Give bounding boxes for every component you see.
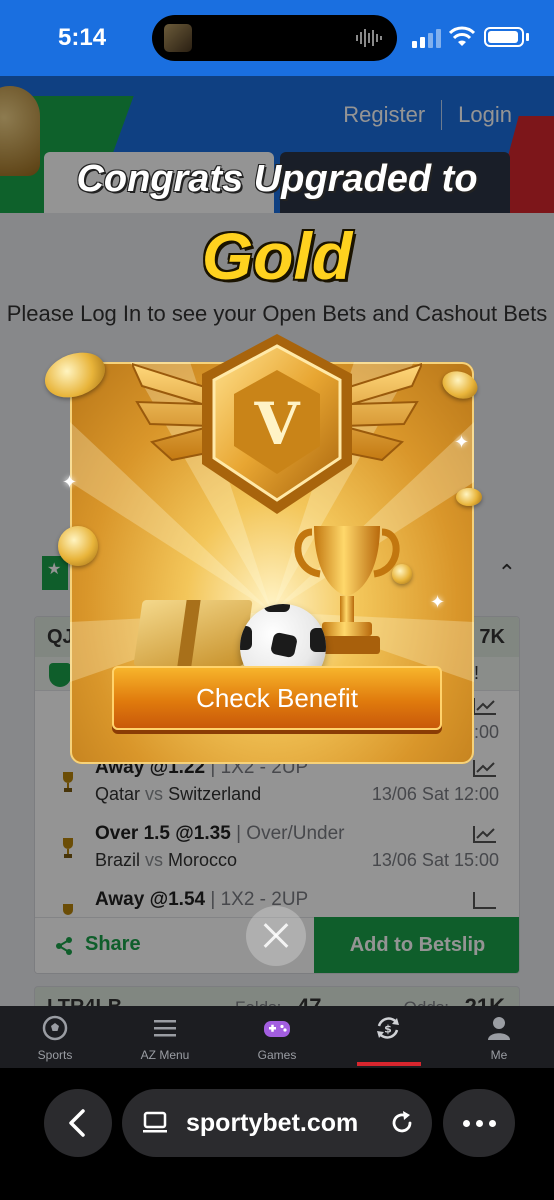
audio-waveform-icon	[356, 29, 382, 47]
nav-item-cashout[interactable]: $	[333, 1006, 443, 1068]
bottom-nav: Sports AZ Menu Games $ Me	[0, 1006, 554, 1068]
promo-modal: ✦ ✦ ✦ V Check Benefit	[38, 334, 482, 764]
dot	[489, 1120, 496, 1127]
dynamic-island[interactable]	[152, 15, 397, 61]
svg-text:$: $	[384, 1023, 392, 1036]
promo-headline: Congrats Upgraded to	[76, 158, 478, 200]
close-icon[interactable]	[246, 906, 306, 966]
dot	[463, 1120, 470, 1127]
nav-item-games[interactable]: Games	[222, 1006, 332, 1068]
nav-label: AZ Menu	[140, 1048, 190, 1062]
promo-tier: Gold	[201, 219, 353, 293]
chevron-left-icon	[69, 1109, 85, 1137]
dot	[476, 1120, 483, 1127]
sparkle-icon: ✦	[454, 432, 470, 452]
nav-label: Me	[490, 1048, 508, 1062]
url-text: sportybet.com	[186, 1109, 359, 1137]
sparkle-icon: ✦	[62, 472, 78, 492]
nav-item-me[interactable]: Me	[444, 1006, 554, 1068]
browser-toolbar: sportybet.com	[0, 1068, 554, 1200]
menu-icon	[154, 1020, 176, 1037]
battery-icon	[484, 27, 524, 47]
user-icon	[488, 1017, 510, 1040]
nav-item-az-menu[interactable]: AZ Menu	[110, 1006, 220, 1068]
nav-active-indicator	[357, 1062, 421, 1066]
coin-icon	[456, 488, 482, 506]
nav-item-sports[interactable]: Sports	[0, 1006, 110, 1068]
badge-letter: V	[253, 390, 300, 458]
gift-box-icon	[133, 600, 253, 666]
nav-label: Games	[257, 1048, 297, 1062]
soccer-ball-icon	[42, 1015, 68, 1041]
cashout-icon: $	[377, 1017, 399, 1039]
nav-label: Sports	[37, 1048, 73, 1062]
address-bar[interactable]: sportybet.com	[122, 1089, 432, 1157]
site-settings-icon	[143, 1111, 167, 1133]
check-benefit-button[interactable]: Check Benefit	[112, 666, 442, 730]
sparkle-icon: ✦	[430, 592, 446, 612]
battery-cap	[526, 33, 529, 41]
status-time: 5:14	[58, 24, 107, 51]
now-playing-thumbnail	[164, 24, 192, 52]
gamepad-icon	[264, 1021, 290, 1037]
reload-icon[interactable]	[388, 1109, 416, 1137]
wifi-icon	[449, 26, 475, 46]
back-button[interactable]	[44, 1089, 112, 1157]
more-options-button[interactable]	[443, 1089, 515, 1157]
status-bar: 5:14	[0, 0, 554, 76]
cellular-signal-icon	[412, 29, 441, 48]
coin-icon	[58, 526, 98, 566]
